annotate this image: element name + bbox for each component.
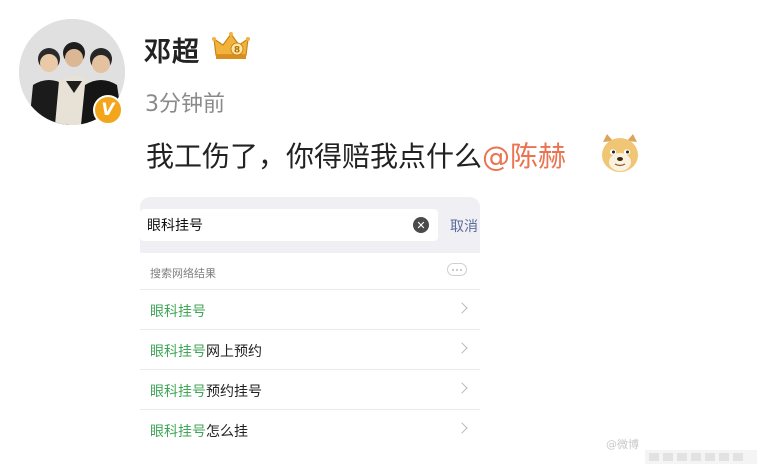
more-icon[interactable]	[447, 263, 467, 276]
search-bar-area: 眼科挂号 ✕ 取消	[140, 197, 480, 253]
suggestion-rest: 预约挂号	[206, 384, 262, 400]
doge-icon	[602, 134, 638, 172]
search-input[interactable]: 眼科挂号 ✕	[140, 209, 438, 241]
post-body: 我工伤了，你得赔我点什么	[146, 140, 483, 173]
list-item[interactable]: 眼科挂号怎么挂	[140, 409, 480, 449]
suggestion-text: 眼科挂号预约挂号	[150, 381, 262, 401]
chevron-right-icon	[456, 342, 468, 354]
list-item[interactable]: 眼科挂号网上预约	[140, 329, 480, 369]
suggestion-highlight: 眼科挂号	[150, 344, 206, 360]
verified-badge: V	[93, 95, 123, 125]
username[interactable]: 邓超	[144, 30, 200, 69]
image-thumbnail-strip	[645, 450, 757, 464]
suggestion-rest: 网上预约	[206, 344, 262, 360]
suggestion-rest: 怎么挂	[206, 424, 248, 440]
crown-icon[interactable]: 8	[212, 31, 250, 61]
suggestion-text: 眼科挂号	[150, 301, 206, 321]
clear-icon[interactable]: ✕	[413, 217, 429, 233]
post-text: 我工伤了，你得赔我点什么@陈赫	[146, 135, 566, 175]
chevron-right-icon	[456, 302, 468, 314]
suggestion-highlight: 眼科挂号	[150, 384, 206, 400]
embedded-screenshot[interactable]: 眼科挂号 ✕ 取消 搜索网络结果 眼科挂号 眼科挂号网上预约 眼科挂号预约挂号 …	[140, 197, 480, 457]
suggestion-highlight: 眼科挂号	[150, 424, 206, 440]
watermark: @微博	[606, 438, 639, 451]
post-timestamp: 3分钟前	[145, 92, 225, 117]
search-query: 眼科挂号	[147, 218, 203, 234]
svg-text:8: 8	[234, 46, 240, 56]
cancel-button[interactable]: 取消	[450, 216, 478, 236]
suggestion-text: 眼科挂号怎么挂	[150, 421, 248, 441]
list-item[interactable]: 眼科挂号预约挂号	[140, 369, 480, 409]
chevron-right-icon	[456, 422, 468, 434]
section-label: 搜索网络结果	[150, 267, 216, 280]
chevron-right-icon	[456, 382, 468, 394]
suggestion-text: 眼科挂号网上预约	[150, 341, 262, 361]
mention-link[interactable]: @陈赫	[482, 140, 566, 173]
list-item[interactable]: 眼科挂号	[140, 289, 480, 329]
suggestion-highlight: 眼科挂号	[150, 304, 206, 320]
